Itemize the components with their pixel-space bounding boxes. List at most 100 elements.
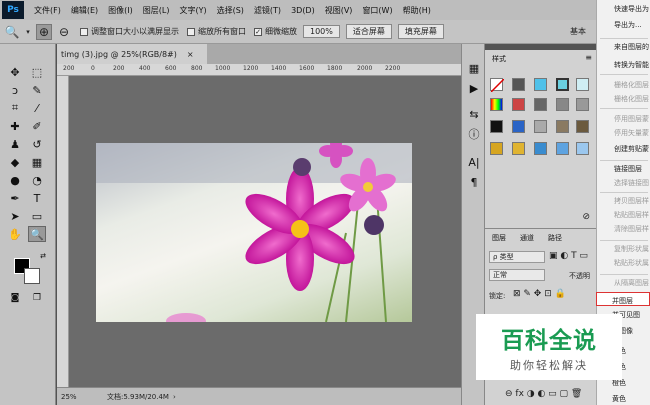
menu-filter[interactable]: 滤镜(T)	[254, 5, 281, 16]
style-swatch[interactable]	[512, 142, 525, 155]
context-menu-item[interactable]: 创建剪贴蒙	[614, 144, 649, 154]
context-menu-item[interactable]: 清除图层样	[614, 224, 649, 234]
fill-screen-button[interactable]: 填充屏幕	[397, 24, 444, 39]
context-menu-item[interactable]: 粘贴图层样	[614, 210, 649, 220]
style-swatch[interactable]	[512, 98, 525, 111]
style-swatch[interactable]	[576, 98, 589, 111]
quick-mask-icon[interactable]: ◙	[6, 290, 24, 306]
chevron-right-icon[interactable]: ›	[173, 393, 176, 401]
rectangle-tool-icon[interactable]: ▭	[28, 208, 46, 224]
style-swatch[interactable]	[576, 78, 589, 91]
menu-image[interactable]: 图像(I)	[108, 5, 133, 16]
context-menu-item[interactable]: 栅格化图层	[614, 94, 649, 104]
history-brush-icon[interactable]: ↺	[28, 136, 46, 152]
fit-screen-button[interactable]: 适合屏幕	[345, 24, 392, 39]
style-swatch[interactable]	[556, 142, 569, 155]
style-swatch[interactable]	[556, 120, 569, 133]
hand-tool-icon[interactable]: ✋	[6, 226, 24, 242]
style-swatch[interactable]	[534, 142, 547, 155]
panel-menu-icon[interactable]: ≡	[585, 53, 592, 62]
style-swatch-none[interactable]	[490, 78, 505, 93]
paragraph-panel-icon[interactable]: ¶	[466, 174, 482, 190]
menu-view[interactable]: 视图(V)	[325, 5, 353, 16]
blend-mode-select[interactable]: 正常	[489, 269, 545, 281]
style-swatch[interactable]	[576, 120, 589, 133]
layer-footer-icons[interactable]: ⊖ fx ◑ ◐ ▭ ▢ 🗑	[505, 389, 582, 399]
context-menu-item[interactable]: 从隔离图层	[614, 278, 649, 288]
context-menu-item[interactable]: 链接图层	[614, 164, 642, 174]
actions-panel-icon[interactable]: ▶	[466, 80, 482, 96]
tab-paths[interactable]: 路径	[543, 231, 567, 245]
zoom-out-icon[interactable]: ⊖	[56, 24, 72, 40]
context-menu-item[interactable]: 转换为智能	[614, 60, 649, 70]
style-swatch[interactable]	[512, 78, 525, 91]
swap-colors-icon[interactable]: ⇄	[34, 248, 52, 264]
healing-brush-icon[interactable]: ✚	[6, 118, 24, 134]
layer-kind-filter[interactable]: ρ 类型	[489, 251, 545, 263]
zoom-tool-icon[interactable]: 🔍	[4, 24, 20, 40]
context-menu-item[interactable]: 快速导出为	[614, 4, 649, 14]
lock-icons[interactable]: ⊠ ✎ ✥ ⊡ 🔒	[513, 289, 566, 299]
chevron-down-icon[interactable]: ▾	[24, 24, 32, 40]
zoom-level[interactable]: 25%	[57, 393, 97, 401]
workspace-switcher[interactable]: 基本	[564, 25, 592, 38]
delete-style-icon[interactable]: ⊘	[582, 212, 590, 222]
menu-edit[interactable]: 编辑(E)	[71, 5, 98, 16]
zoom-all-checkbox[interactable]: 缩放所有窗口	[187, 26, 246, 37]
context-menu-item[interactable]: 选择链接图	[614, 178, 649, 188]
eraser-tool-icon[interactable]: ◆	[6, 154, 24, 170]
character-panel-icon[interactable]: A|	[466, 154, 482, 170]
context-menu-item[interactable]: 来自图层的	[614, 42, 649, 52]
style-swatch[interactable]	[490, 142, 503, 155]
blur-tool-icon[interactable]: ●	[6, 172, 24, 188]
style-swatch[interactable]	[490, 120, 503, 133]
context-menu-item[interactable]: 复制形状属	[614, 244, 649, 254]
crop-tool-icon[interactable]: ⌗	[6, 100, 24, 116]
quick-select-tool-icon[interactable]: ✎	[28, 82, 46, 98]
context-menu-item[interactable]: 拷贝图层样	[614, 196, 649, 206]
menu-file[interactable]: 文件(F)	[34, 5, 61, 16]
scrubby-zoom-checkbox[interactable]: ✓ 细微缩放	[254, 26, 297, 37]
style-swatch[interactable]	[576, 142, 589, 155]
marquee-tool-icon[interactable]: ⬚	[28, 64, 46, 80]
context-menu-item[interactable]: 停用矢量蒙	[614, 128, 649, 138]
context-menu-item[interactable]: 导出为...	[614, 20, 642, 30]
tab-layers[interactable]: 图层	[487, 231, 511, 245]
filter-icons[interactable]: ▣ ◐ T ▭	[549, 251, 588, 261]
tab-styles[interactable]: 样式	[487, 52, 511, 66]
menu-window[interactable]: 窗口(W)	[362, 5, 392, 16]
zoom-tool-icon[interactable]: 🔍	[28, 226, 46, 242]
lasso-tool-icon[interactable]: ↄ	[6, 82, 24, 98]
zoom-100-button[interactable]: 100%	[303, 25, 340, 38]
style-swatch[interactable]	[534, 78, 547, 91]
context-menu-item[interactable]: 并图层	[612, 296, 633, 306]
style-swatch[interactable]	[534, 120, 547, 133]
pen-tool-icon[interactable]: ✒	[6, 190, 24, 206]
gradient-tool-icon[interactable]: ▦	[28, 154, 46, 170]
close-icon[interactable]: ×	[187, 50, 194, 59]
info-panel-icon[interactable]: ⓘ	[466, 126, 482, 142]
style-swatch[interactable]	[556, 98, 569, 111]
style-swatch[interactable]	[490, 98, 503, 111]
document-tab[interactable]: timg (3).jpg @ 25%(RGB/8#) ×	[57, 44, 207, 64]
context-menu-item[interactable]: 栅格化图层	[614, 80, 649, 90]
background-color-swatch[interactable]	[24, 268, 40, 284]
menu-layer[interactable]: 图层(L)	[143, 5, 170, 16]
history-panel-icon[interactable]: ▦	[466, 60, 482, 76]
style-swatch[interactable]	[512, 120, 525, 133]
type-tool-icon[interactable]: T	[28, 190, 46, 206]
menu-help[interactable]: 帮助(H)	[403, 5, 431, 16]
path-select-icon[interactable]: ➤	[6, 208, 24, 224]
eyedropper-tool-icon[interactable]: ⁄	[28, 100, 46, 116]
context-menu-item[interactable]: 停用图层蒙	[614, 114, 649, 124]
menu-select[interactable]: 选择(S)	[217, 5, 244, 16]
style-swatch[interactable]	[534, 98, 547, 111]
adjustment-panel-icon[interactable]: ⇆	[466, 106, 482, 122]
context-menu-item[interactable]: 黄色	[612, 394, 626, 404]
menu-3d[interactable]: 3D(D)	[291, 6, 315, 15]
resize-windows-checkbox[interactable]: 调整窗口大小以满屏显示	[80, 26, 179, 37]
brush-tool-icon[interactable]: ✐	[28, 118, 46, 134]
document-image[interactable]	[96, 143, 412, 322]
style-swatch[interactable]	[556, 78, 569, 91]
screen-mode-icon[interactable]: ❐	[28, 290, 46, 306]
